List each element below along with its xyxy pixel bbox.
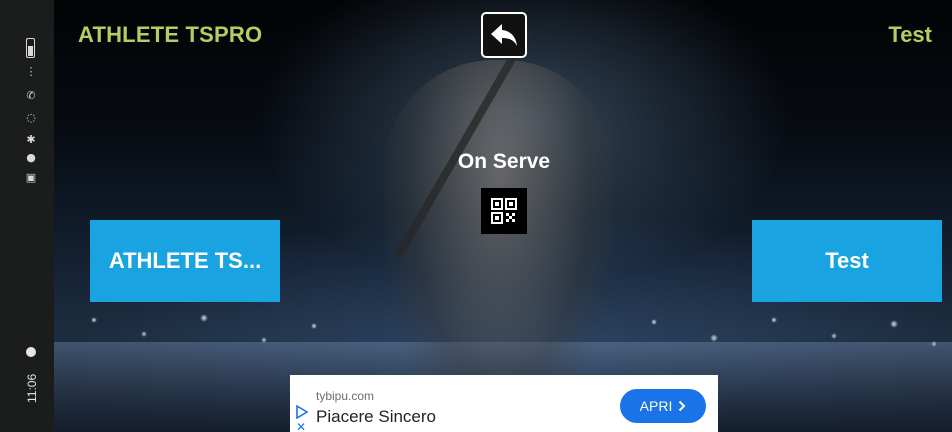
ad-cta-button[interactable]: APRI bbox=[620, 389, 706, 423]
app-screen: ⋮ ✆ ◌ ✱ ● ▣ 11:06 ATHLETE TSPRO Test On … bbox=[0, 0, 952, 432]
qr-code-icon bbox=[491, 198, 517, 224]
undo-button[interactable] bbox=[481, 12, 527, 58]
chevron-right-icon bbox=[679, 400, 686, 412]
battery-icon bbox=[26, 38, 35, 58]
right-team-title: Test bbox=[888, 22, 932, 47]
serve-status-label: On Serve bbox=[457, 150, 551, 173]
signal-icon: ⋮ bbox=[25, 65, 37, 78]
ad-domain: tybipu.com bbox=[316, 389, 375, 403]
left-player-button[interactable]: ATHLETE TS... bbox=[90, 220, 280, 302]
call-icon: ✆ bbox=[26, 89, 36, 102]
qr-code-button[interactable] bbox=[481, 188, 527, 234]
bluetooth-icon: ✱ bbox=[26, 133, 36, 146]
status-bar: ⋮ ✆ ◌ ✱ ● ▣ 11:06 bbox=[0, 0, 54, 432]
close-icon[interactable]: ✕ bbox=[296, 421, 306, 432]
ad-banner[interactable]: ✕ tybipu.com Piacere Sincero APRI bbox=[290, 375, 718, 432]
left-team-title: ATHLETE TSPRO bbox=[78, 22, 263, 47]
right-player-button[interactable]: Test bbox=[752, 220, 942, 302]
wifi-icon: ◌ bbox=[26, 111, 36, 124]
ad-choices-icon[interactable] bbox=[295, 405, 309, 419]
notification-icon bbox=[26, 347, 36, 357]
status-time: 11:06 bbox=[25, 373, 39, 403]
ad-title: Piacere Sincero bbox=[316, 407, 437, 426]
nfc-icon: ▣ bbox=[25, 171, 37, 184]
ad-cta-label: APRI bbox=[639, 398, 673, 414]
undo-arrow-icon bbox=[491, 24, 517, 46]
alarm-icon: ● bbox=[26, 151, 36, 164]
